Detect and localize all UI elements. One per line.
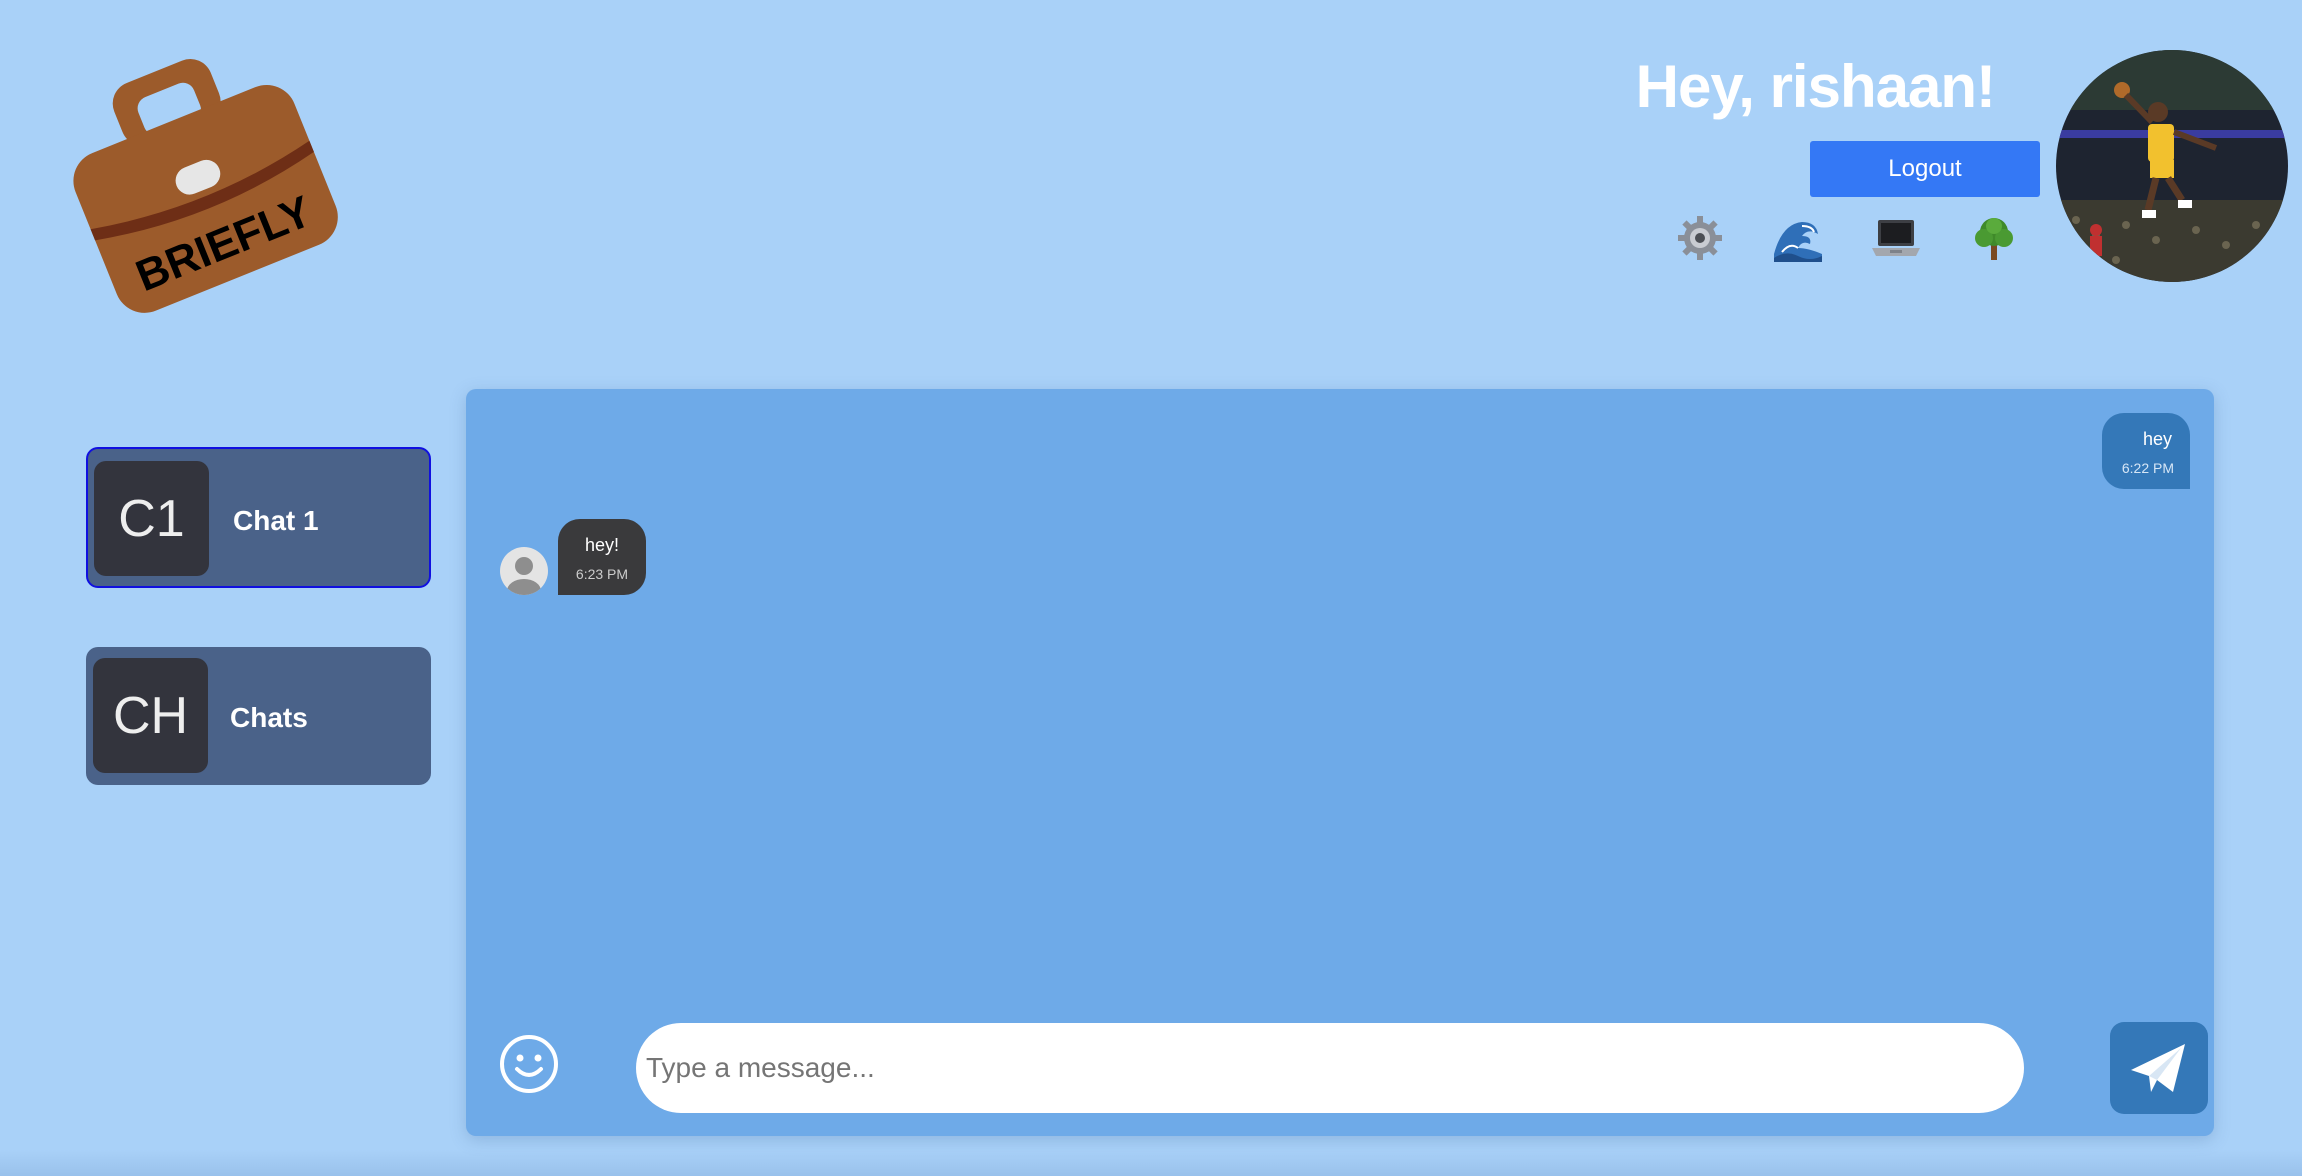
- user-silhouette-icon: [500, 547, 548, 595]
- emoji-picker-button[interactable]: [498, 1033, 560, 1095]
- smiley-icon: [500, 1035, 558, 1093]
- send-button[interactable]: [2110, 1022, 2208, 1114]
- logout-button[interactable]: Logout: [1810, 141, 2040, 197]
- message-text: hey: [2142, 429, 2172, 449]
- laptop-icon: [1872, 220, 1920, 256]
- greeting-heading: Hey, rishaan!: [1635, 53, 1996, 120]
- chat-list-item-chats[interactable]: CH Chats: [86, 647, 431, 785]
- briefcase-icon: BRIEFLY: [73, 59, 338, 313]
- theme-selector: [1670, 208, 2030, 268]
- bottom-shadow: [0, 1150, 2302, 1176]
- message-timestamp: 6:23 PM: [575, 566, 629, 582]
- message-bubble-outgoing: hey 6:22 PM: [2102, 413, 2190, 489]
- message-input[interactable]: [636, 1023, 2024, 1113]
- tree-icon: [1975, 218, 2013, 260]
- chat-name-label: Chat 1: [233, 505, 319, 536]
- chat-list-item-chat-1[interactable]: C1 Chat 1: [86, 447, 431, 588]
- theme-wave-button[interactable]: [1768, 208, 1828, 268]
- theme-gear-button[interactable]: [1670, 208, 1730, 268]
- gear-icon: [1678, 216, 1722, 260]
- chat-name-label: Chats: [230, 702, 308, 733]
- wave-icon: [1774, 222, 1822, 262]
- message-text: hey!: [584, 535, 620, 555]
- app-root: BRIEFLY Hey, rishaan! Logout C1 Chat 1 C…: [0, 0, 2302, 1176]
- sender-avatar: [500, 547, 548, 595]
- chat-avatar-initials: CH: [93, 658, 208, 773]
- profile-photo-image: [2056, 50, 2288, 282]
- chat-avatar-initials: C1: [94, 461, 209, 576]
- theme-tree-button[interactable]: [1964, 208, 2024, 268]
- message-timestamp: 6:22 PM: [2121, 460, 2174, 476]
- chat-window: hey 6:22 PM hey! 6:23 PM: [466, 389, 2214, 1136]
- paper-plane-icon: [2131, 1044, 2185, 1092]
- theme-laptop-button[interactable]: [1866, 208, 1926, 268]
- message-bubble-incoming: hey! 6:23 PM: [558, 519, 646, 595]
- briefly-logo: BRIEFLY: [60, 45, 340, 315]
- profile-avatar[interactable]: [2056, 50, 2288, 282]
